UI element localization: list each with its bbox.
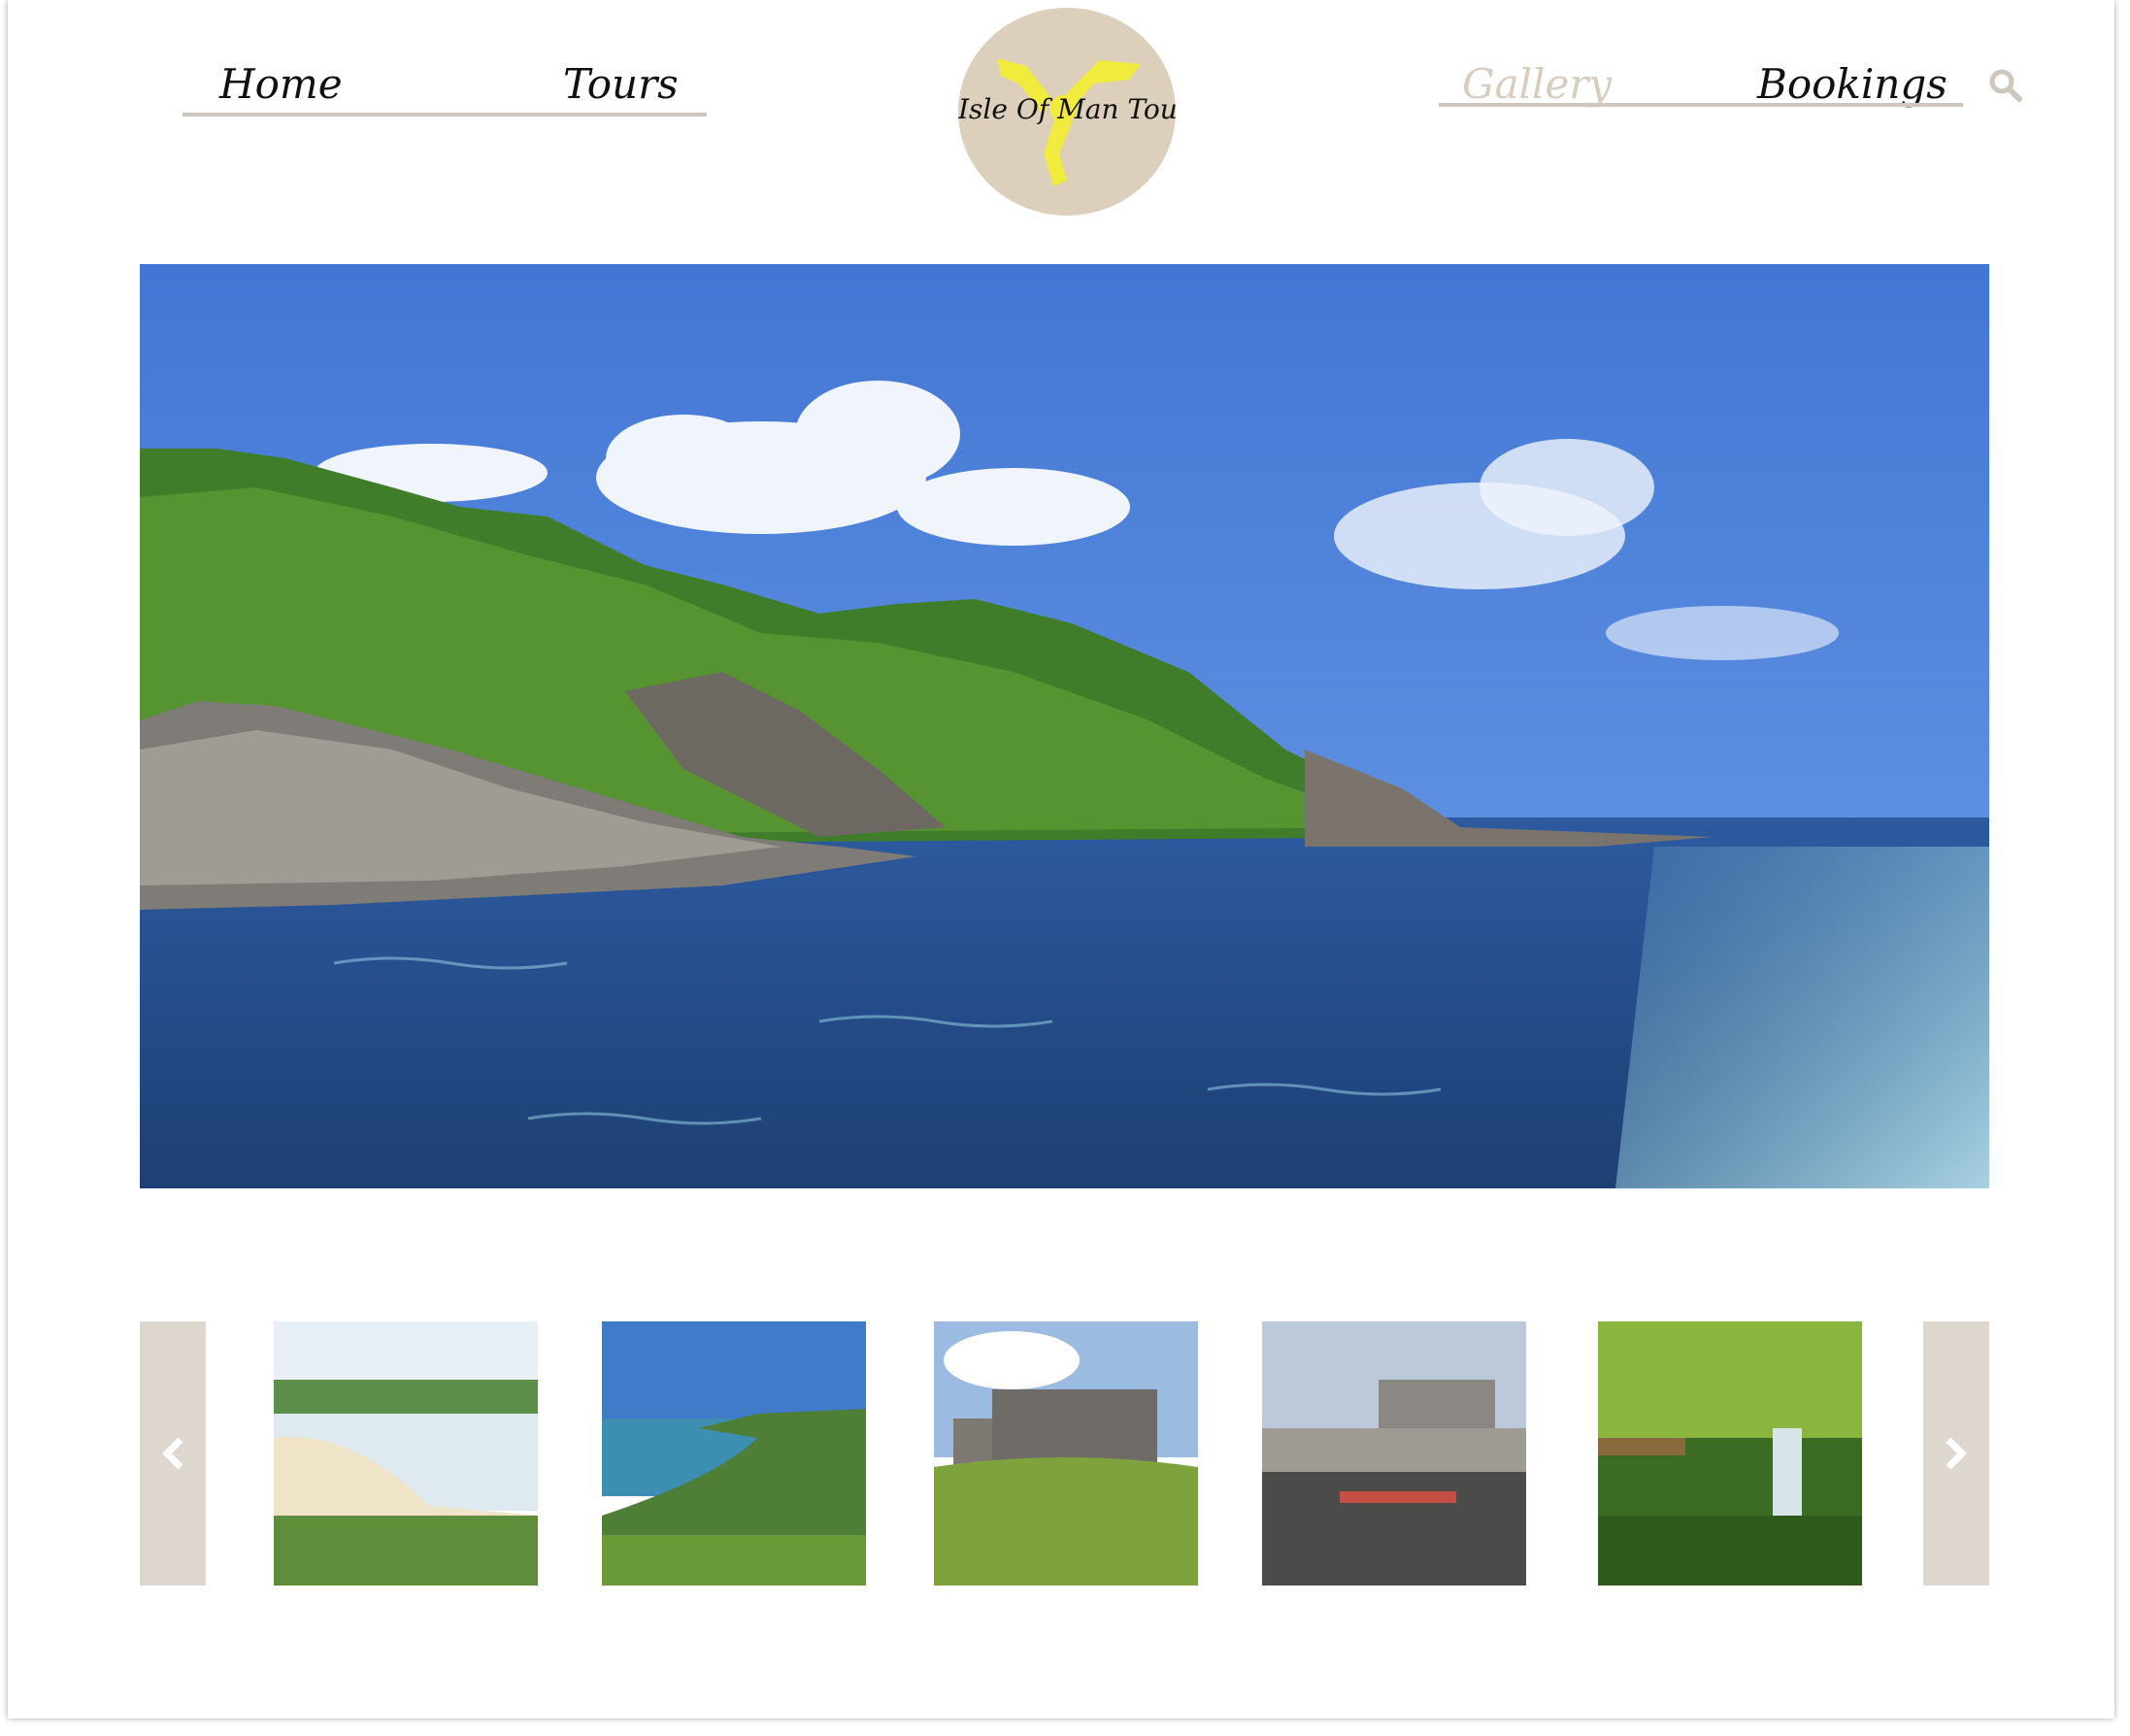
gallery-thumbnail[interactable] (602, 1321, 866, 1586)
gallery-main-image (140, 264, 1989, 1188)
nav-right-underline (1439, 103, 1963, 107)
gallery-thumbnail[interactable] (274, 1321, 538, 1586)
nav-gallery-link[interactable]: Gallery (1462, 64, 1612, 105)
site-logo[interactable]: Isle Of Man Tours (958, 8, 1176, 216)
logo-text: Isle Of Man Tours (958, 93, 1176, 125)
nav-tours-link[interactable]: Tours (563, 64, 679, 105)
search-icon (1989, 69, 2022, 102)
search-button[interactable] (1986, 66, 2025, 105)
chevron-left-icon (162, 1437, 183, 1470)
gallery-thumbnail[interactable] (1262, 1321, 1526, 1586)
chevron-right-icon (1946, 1437, 1967, 1470)
nav-home-link[interactable]: Home (219, 64, 343, 105)
nav-bookings-link[interactable]: Bookings (1757, 64, 1947, 105)
nav-left-underline (183, 113, 707, 117)
gallery-thumbnail[interactable] (934, 1321, 1198, 1586)
carousel-next-button[interactable] (1923, 1321, 1989, 1586)
gallery-thumbnail[interactable] (1598, 1321, 1862, 1586)
carousel-prev-button[interactable] (140, 1321, 206, 1586)
